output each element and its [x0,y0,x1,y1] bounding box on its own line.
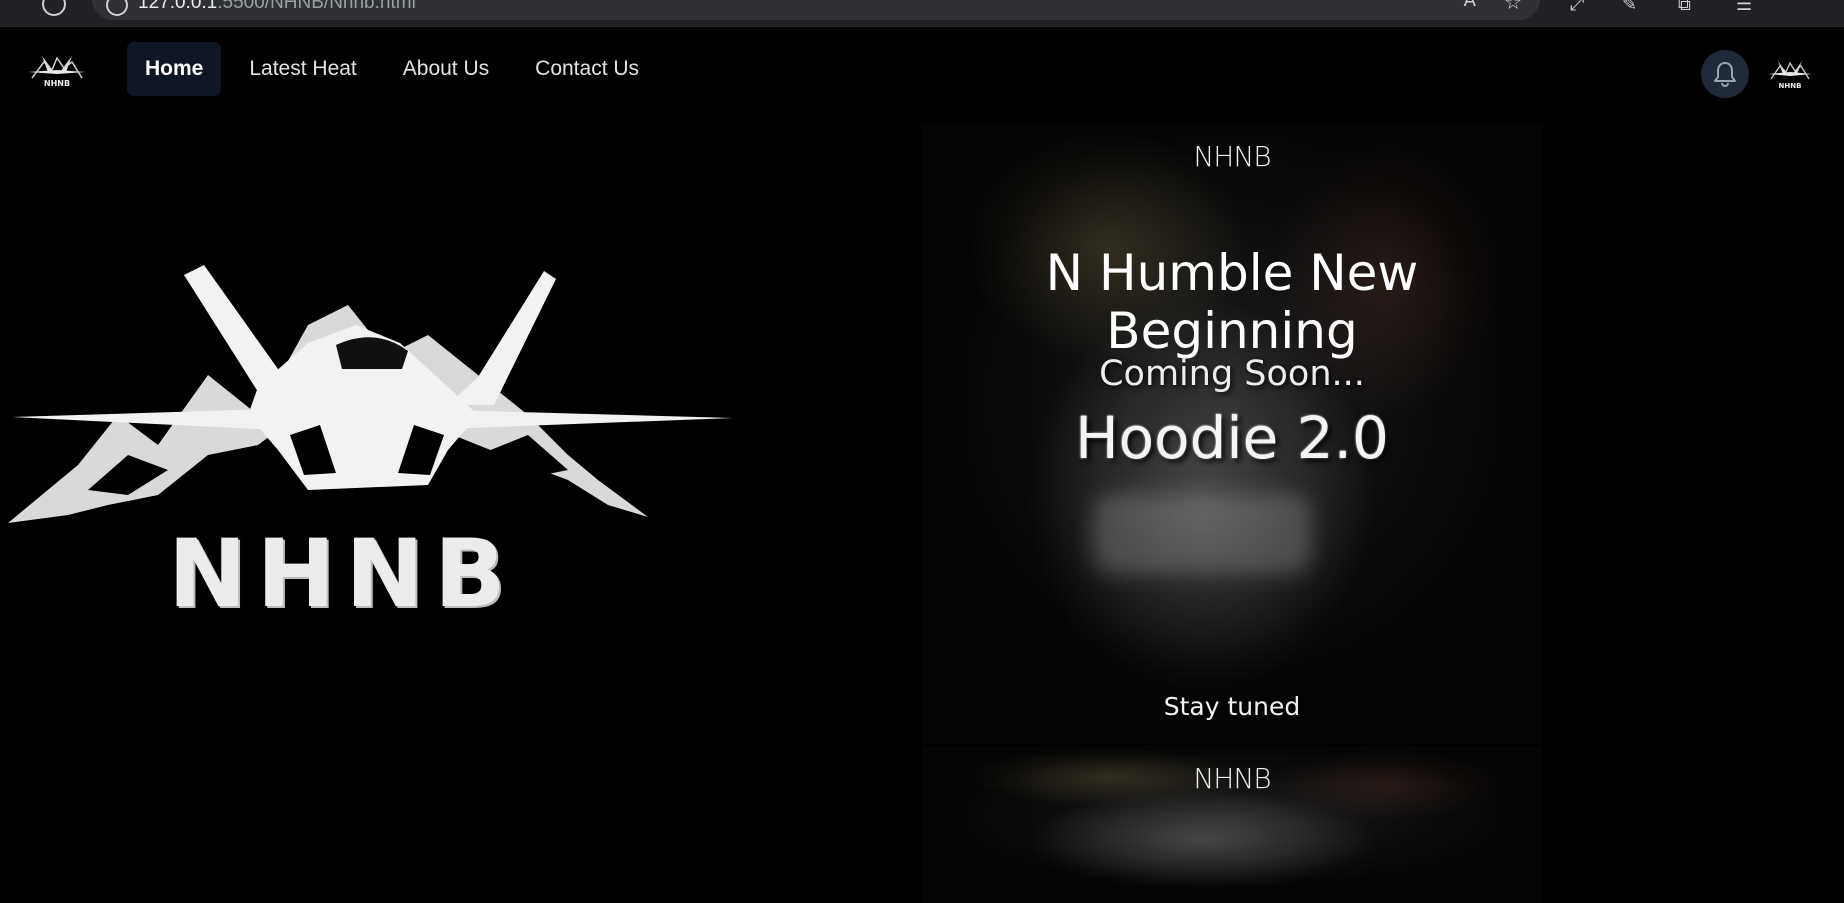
site-info-icon[interactable] [106,0,128,16]
promo-card: NHNB N Humble New Beginning Coming Soon.… [922,124,1542,744]
extensions-puzzle-icon[interactable]: ⧉ [1678,0,1691,15]
nav-contact-us[interactable]: Contact Us [517,42,657,96]
promo-title: N Humble New Beginning [1045,244,1419,360]
notifications-button[interactable] [1701,50,1749,98]
browser-toolbar: 127.0.0.1:5500/NHNB/Nhnb.html A ☆ ⤢ ✎ ⧉ … [0,0,1844,27]
collections-icon[interactable]: ✎ [1622,0,1637,15]
promo-brand-logo: NHNB [1193,140,1271,173]
favorites-list-icon[interactable]: ☰ [1736,0,1752,15]
stay-tuned-text: Stay tuned [1163,692,1301,721]
nav-home[interactable]: Home [127,42,222,96]
reload-icon[interactable] [42,0,66,16]
favorite-star-icon[interactable]: ☆ [1504,0,1522,14]
promo-coming-soon: Coming Soon... [1099,354,1365,394]
promo-brand-logo: NHNB [1193,762,1271,795]
promo-card-second: NHNB [922,746,1542,903]
user-avatar[interactable]: NHNB [1766,56,1814,92]
site-navbar: NHNB Home Latest Heat About Us Contact U… [0,26,1844,118]
nav-about-us[interactable]: About Us [385,42,507,96]
nav-logo[interactable]: NHNB [26,50,88,88]
extension-icon[interactable]: ⤢ [1570,0,1584,15]
address-url[interactable]: 127.0.0.1:5500/NHNB/Nhnb.html [138,0,416,14]
read-aloud-icon[interactable]: A [1464,0,1476,11]
nav-latest-heat[interactable]: Latest Heat [231,42,374,96]
bell-icon [1714,62,1736,88]
hero-brand-wordmark: NHNB [168,520,516,629]
address-bar[interactable]: 127.0.0.1:5500/NHNB/Nhnb.html A ☆ [92,0,1540,20]
svg-text:NHNB: NHNB [44,79,70,88]
svg-text:NHNB: NHNB [1779,82,1802,90]
nav-links: Home Latest Heat About Us Contact Us [127,42,657,96]
promo-product-name: Hoodie 2.0 [1075,404,1389,472]
